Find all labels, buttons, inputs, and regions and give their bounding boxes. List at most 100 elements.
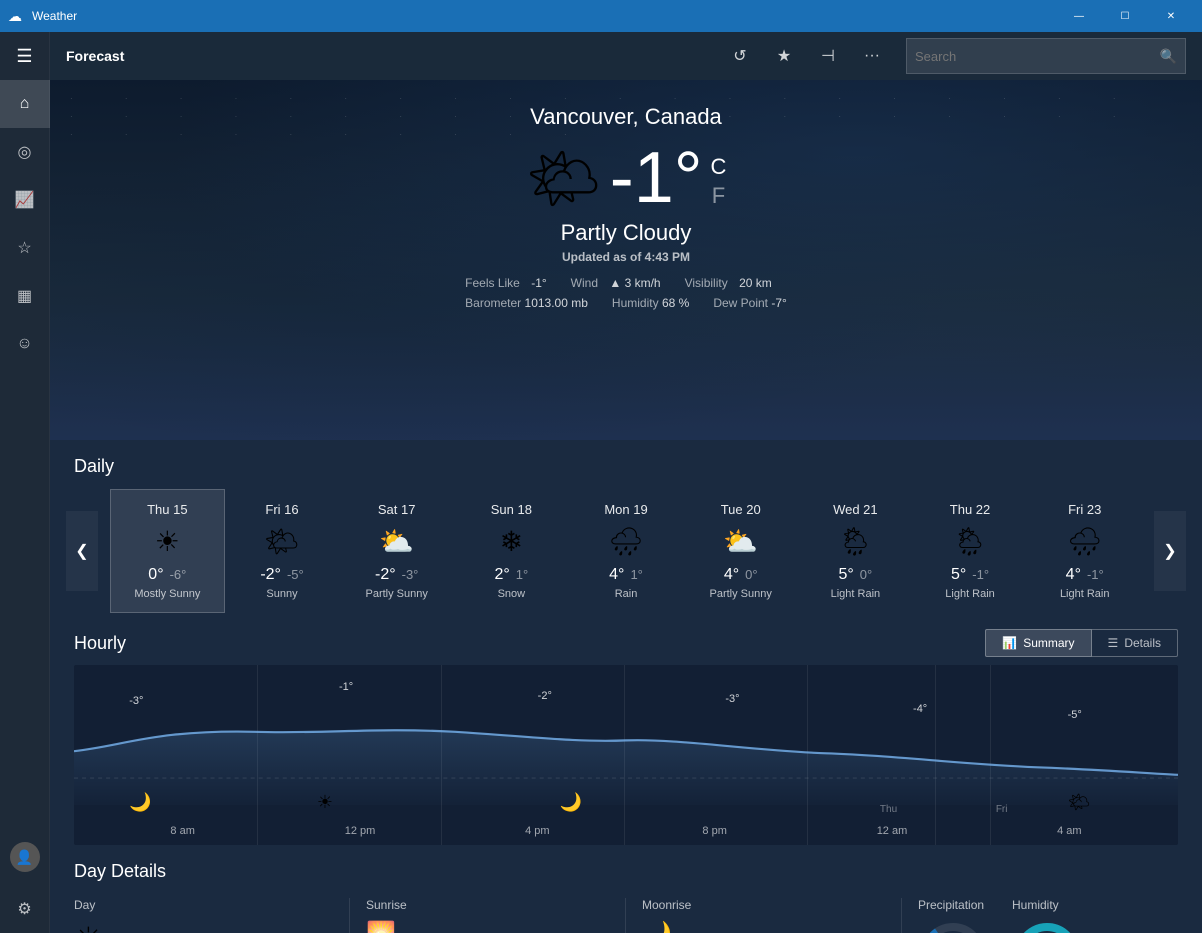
temp-row: 🌤 -1° C F (465, 142, 787, 214)
humidity-col-title: Humidity (1012, 898, 1082, 912)
temp-unit-toggle: C F (711, 145, 727, 210)
day-high-1: -2° (260, 566, 281, 584)
weather-details-row2: Barometer 1013.00 mb Humidity 68 % Dew P… (465, 296, 787, 310)
sidebar-item-maps[interactable]: ◎ (0, 128, 50, 176)
pin-icon: ⊣ (821, 46, 835, 66)
hamburger-icon: ☰ (16, 46, 32, 67)
sidebar-item-home[interactable]: ⌂ (0, 80, 50, 128)
maximize-button[interactable]: ☐ (1102, 0, 1148, 32)
sidebar-item-news[interactable]: ▦ (0, 272, 50, 320)
sidebar: ☰ ⌂ ◎ 📈 ☆ ▦ ☺ 👤 ⚙ (0, 32, 50, 933)
day-cond-0: Mostly Sunny (134, 588, 200, 600)
daily-section: ❮ Thu 15 ☀ 0° -6° Mostly Sunny Fri 16 🌤 … (50, 489, 1202, 613)
content-area: Daily ❮ Thu 15 ☀ 0° -6° Mostly Sunny Fri… (50, 440, 1202, 933)
maps-icon: ◎ (18, 142, 32, 162)
details-label: Details (1124, 636, 1161, 650)
day-icon-2: ⛅ (379, 525, 414, 558)
home-icon: ⌂ (20, 95, 30, 113)
day-high-2: -2° (375, 566, 396, 584)
day-low-8: -1° (1087, 567, 1104, 582)
details-toggle-button[interactable]: ☰ Details (1092, 629, 1178, 657)
humidity-gauge (1012, 920, 1082, 933)
day-cond-4: Rain (615, 588, 638, 600)
daily-nav-right[interactable]: ❯ (1154, 511, 1186, 591)
close-button[interactable]: ✕ (1148, 0, 1194, 32)
sidebar-item-favorites[interactable]: ☆ (0, 224, 50, 272)
minimize-button[interactable]: — (1056, 0, 1102, 32)
settings-icon: ⚙ (17, 899, 31, 919)
day-temps-6: 5° 0° (839, 566, 873, 584)
day-name-8: Fri 23 (1068, 502, 1101, 517)
day-name-3: Sun 18 (491, 502, 532, 517)
barometer-value: 1013.00 mb (525, 296, 588, 310)
day-name-5: Tue 20 (721, 502, 761, 517)
daily-card-6[interactable]: Wed 21 🌦 5° 0° Light Rain (798, 489, 913, 613)
current-weather-icon: 🌤 (526, 143, 602, 214)
daily-card-0[interactable]: Thu 15 ☀ 0° -6° Mostly Sunny (110, 489, 225, 613)
hero-section: Vancouver, Canada 🌤 -1° C F Partly Cloud… (50, 80, 1202, 440)
celsius-unit[interactable]: C (711, 153, 727, 182)
search-input[interactable] (915, 49, 1160, 64)
sidebar-item-emoji[interactable]: ☺ (0, 320, 50, 368)
day-temps-8: 4° -1° (1066, 566, 1104, 584)
day-icon-5: ⛅ (723, 525, 758, 558)
ellipsis-icon: ··· (864, 47, 880, 65)
daily-card-5[interactable]: Tue 20 ⛅ 4° 0° Partly Sunny (683, 489, 798, 613)
day-low-6: 0° (860, 567, 872, 582)
daily-scroll: Thu 15 ☀ 0° -6° Mostly Sunny Fri 16 🌤 -2… (50, 489, 1202, 613)
search-box[interactable]: 🔍 (906, 38, 1186, 74)
day-low-4: 1° (630, 567, 642, 582)
daily-card-8[interactable]: Fri 23 🌧 4° -1° Light Rain (1027, 489, 1142, 613)
sidebar-item-settings[interactable]: ⚙ (0, 885, 50, 933)
day-low-2: -3° (402, 567, 419, 582)
star-icon: ★ (777, 46, 791, 66)
visibility-value: 20 km (739, 276, 772, 290)
daily-card-4[interactable]: Mon 19 🌧 4° 1° Rain (569, 489, 684, 613)
thu-label: Thu (880, 804, 897, 815)
sidebar-item-user[interactable]: 👤 (0, 837, 50, 885)
sidebar-menu-toggle[interactable]: ☰ (0, 32, 50, 80)
daily-card-3[interactable]: Sun 18 ❄ 2° 1° Snow (454, 489, 569, 613)
day-high-0: 0° (148, 566, 163, 584)
more-button[interactable]: ··· (854, 38, 890, 74)
chart-icon-4: 🌤 (1068, 792, 1091, 813)
chart-icon-1: 🌙 (129, 792, 151, 813)
app-icon: ☁ (8, 8, 24, 24)
precip-gauge (918, 920, 988, 933)
weather-condition: Partly Cloudy (465, 220, 787, 246)
favorite-button[interactable]: ★ (766, 38, 802, 74)
fahrenheit-unit[interactable]: F (711, 182, 727, 211)
sidebar-item-historical[interactable]: 📈 (0, 176, 50, 224)
visibility-label: Visibility (685, 276, 728, 290)
chart-temp-5: -4° (913, 703, 927, 715)
day-name-2: Sat 17 (378, 502, 416, 517)
time-label-8pm: 8 pm (626, 825, 803, 837)
feels-like-value: -1° (531, 276, 546, 290)
time-labels: 8 am 12 pm 4 pm 8 pm 12 am 4 am (74, 825, 1178, 837)
daily-card-2[interactable]: Sat 17 ⛅ -2° -3° Partly Sunny (339, 489, 454, 613)
day-high-6: 5° (839, 566, 854, 584)
wind-value: ▲ 3 km/h (609, 276, 660, 290)
summary-toggle-button[interactable]: 📊 Summary (985, 629, 1091, 657)
hourly-chart: Thu Fri (74, 665, 1178, 845)
daily-card-1[interactable]: Fri 16 🌤 -2° -5° Sunny (225, 489, 340, 613)
day-temps-2: -2° -3° (375, 566, 418, 584)
day-details-grid: Day ☀ There will be mostly sunny skies. … (74, 898, 1178, 933)
header: Forecast ↺ ★ ⊣ ··· 🔍 (50, 32, 1202, 80)
daily-card-7[interactable]: Thu 22 🌦 5° -1° Light Rain (913, 489, 1028, 613)
day-icon-8: 🌧 (1067, 525, 1103, 558)
refresh-button[interactable]: ↺ (722, 38, 758, 74)
last-updated: Updated as of 4:43 PM (465, 250, 787, 264)
day-high-4: 4° (609, 566, 624, 584)
pin-button[interactable]: ⊣ (810, 38, 846, 74)
city-name: Vancouver, Canada (465, 104, 787, 130)
day-col-icon: ☀ (74, 920, 333, 933)
day-low-1: -5° (287, 567, 304, 582)
emoji-icon: ☺ (16, 335, 32, 353)
refresh-icon: ↺ (733, 46, 746, 66)
daily-nav-left[interactable]: ❮ (66, 511, 98, 591)
day-name-1: Fri 16 (265, 502, 298, 517)
day-detail-col: Day ☀ There will be mostly sunny skies. … (74, 898, 350, 933)
humidity-label: Humidity (612, 296, 659, 310)
day-cond-7: Light Rain (945, 588, 995, 600)
